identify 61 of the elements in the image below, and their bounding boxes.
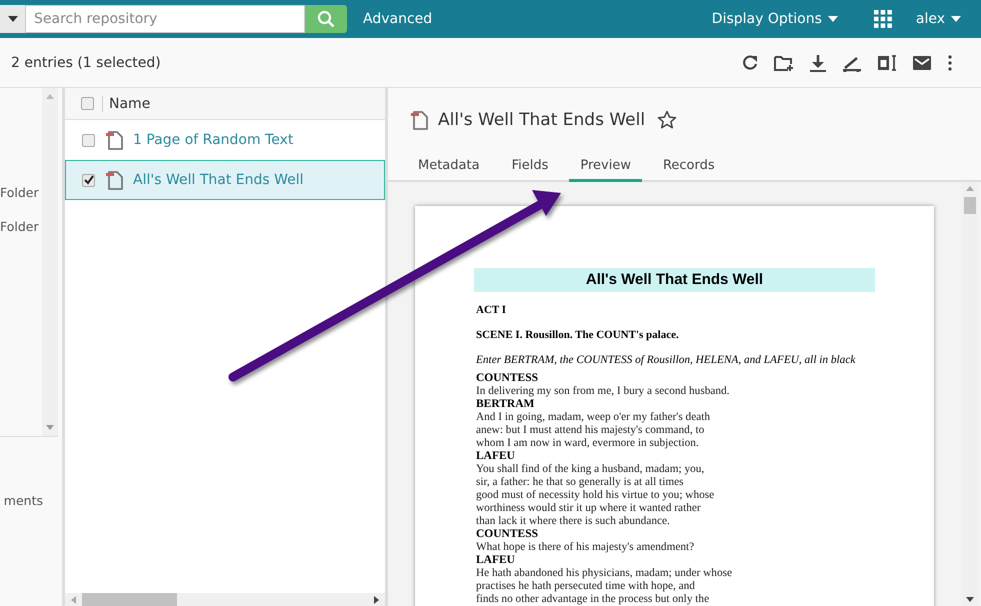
download-icon[interactable] [809,54,827,72]
speaker-name: COUNTESS [476,528,539,541]
scrollbar[interactable] [65,593,385,606]
scroll-right-icon[interactable] [374,596,379,604]
sidebar-item[interactable]: Folder [0,219,42,234]
select-all-checkbox[interactable] [81,97,94,110]
refresh-icon[interactable] [741,54,759,72]
more-icon[interactable] [947,54,953,70]
scroll-down-icon[interactable] [966,597,974,602]
section-heading: ACT I [476,304,508,317]
text-line: You shall find of the king a husband, madam; you, [476,463,706,476]
text-field-icon[interactable] [877,54,897,72]
file-link[interactable]: 1 Page of Random Text [133,132,294,148]
scroll-thumb[interactable] [964,197,976,214]
tab[interactable]: Fields [500,152,560,182]
caret-icon [8,16,18,22]
speaker-name: COUNTESS [476,372,539,385]
entry-count: 2 entries (1 selected) [11,54,161,70]
text-line: What hope is there of his majesty's amendment? [476,541,696,554]
apps-grid-icon[interactable] [874,10,892,28]
advanced-link[interactable]: Advanced [363,11,432,27]
text-line: anew: but I must attend his majesty's command, to [476,424,706,437]
text-line: And I in going, madam, weep o'er my father's death [476,411,712,424]
sidebar-item[interactable]: ments [4,493,43,508]
row-checkbox[interactable] [82,134,95,146]
text-line: He hath abandoned his physicians, madam; under whose [476,567,734,580]
user-menu[interactable]: alex [916,11,961,27]
file-row[interactable]: 1 Page of Random Text [65,120,385,160]
text-line: sir, a father: he that so generally is at all times [476,476,685,489]
scroll-thumb[interactable] [82,593,177,606]
text-line: worthiness would stir it up where it wanted rather [476,502,702,515]
document-icon [105,129,125,151]
caret-icon [828,16,838,22]
text-line: In delivering my son from me, I bury a second husband. [476,385,730,398]
column-header[interactable]: Name [102,96,150,112]
document-title: All's Well That Ends Well [438,110,646,130]
section-heading: SCENE I. Rousillon. The COUNT's palace. [476,329,680,342]
sidebar-item[interactable]: Folder [0,185,42,200]
document-icon [105,169,125,191]
text-line: practises he hath persecuted time with hope, and [476,580,696,593]
speaker-name: LAFEU [476,450,516,463]
text-line: whom I am now in ward, evermore in subjection. [476,437,700,450]
star-icon[interactable] [657,110,678,130]
text-line: than lack it where there is such abundance. [476,515,671,528]
tab[interactable]: Records [652,152,726,182]
stage-direction: Enter BERTRAM, the COUNTESS of Rousillon, HELENA, and LAFEU, all in black [476,354,856,367]
text-line: good must of necessity hold his virtue to you; whose [476,489,716,502]
scope-dropdown[interactable] [0,5,25,33]
new-folder-icon[interactable] [774,54,794,72]
search-icon [317,10,335,28]
speaker-name: LAFEU [476,554,516,567]
tab[interactable]: Metadata [407,152,491,182]
document-icon [410,109,430,131]
caret-icon [951,16,961,22]
row-checkbox[interactable] [82,174,95,186]
document-heading: All's Well That Ends Well [474,268,875,292]
search-field[interactable]: Search repository [25,5,305,33]
text-line: finds no other advantage in the process but only the [476,593,710,606]
speaker-name: BERTRAM [476,398,536,411]
mail-icon[interactable] [912,54,932,70]
display-options-menu[interactable]: Display Options [712,11,838,27]
